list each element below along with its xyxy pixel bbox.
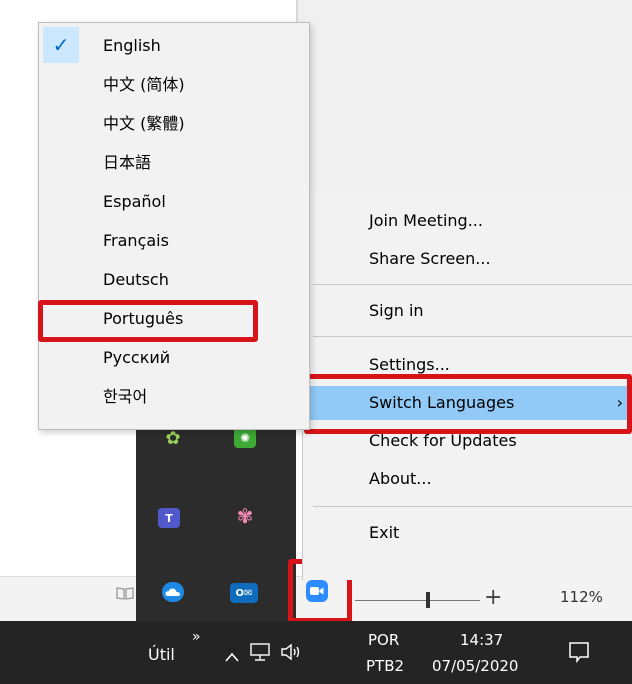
taskbar: Útil » POR PTB2 14:37 07/05/2020 [0, 621, 632, 684]
menu-separator [313, 284, 632, 285]
language-english[interactable]: English [39, 27, 309, 65]
keyboard-layout[interactable]: PTB2 [366, 657, 404, 675]
menu-item-about[interactable]: About... [303, 462, 632, 496]
clock-time[interactable]: 14:37 [460, 631, 503, 649]
language-japanese[interactable]: 日本語 [39, 144, 309, 182]
teams-icon[interactable]: T [158, 508, 180, 528]
input-language-code[interactable]: POR [368, 631, 399, 649]
mobile-icon[interactable]: ✿ [162, 428, 184, 449]
network-icon[interactable] [250, 643, 270, 665]
zoom-slider-thumb[interactable] [426, 592, 430, 608]
menu-separator [313, 336, 632, 337]
switch-languages-highlight [304, 374, 632, 434]
language-submenu: ✓ English 中文 (简体) 中文 (繁體) 日本語 Español Fr… [38, 22, 310, 430]
language-french[interactable]: Français [39, 222, 309, 260]
green-app-icon[interactable]: ✺ [234, 428, 256, 448]
book-icon[interactable] [116, 586, 136, 602]
menu-item-exit[interactable]: Exit [303, 516, 632, 550]
action-center-icon[interactable] [568, 641, 590, 667]
volume-icon[interactable] [280, 643, 302, 665]
zoom-level[interactable]: 112% [560, 588, 603, 606]
portuguese-highlight [38, 300, 258, 342]
zoom-slider-track[interactable] [355, 600, 480, 601]
language-chinese-simplified[interactable]: 中文 (简体) [39, 66, 309, 104]
background-window [298, 0, 632, 190]
language-spanish[interactable]: Español [39, 183, 309, 221]
menu-item-join-meeting[interactable]: Join Meeting... [303, 204, 632, 238]
menu-item-sign-in[interactable]: Sign in [303, 294, 632, 328]
toolbar-label[interactable]: Útil [148, 645, 175, 664]
menu-item-share-screen[interactable]: Share Screen... [303, 242, 632, 276]
language-chinese-traditional[interactable]: 中文 (繁體) [39, 105, 309, 143]
toolbar-chevron-icon[interactable]: » [192, 629, 201, 645]
onedrive-icon[interactable] [162, 582, 184, 602]
language-korean[interactable]: 한국어 [39, 378, 309, 416]
clock-date[interactable]: 07/05/2020 [432, 657, 518, 675]
show-hidden-icons-icon[interactable] [224, 647, 240, 666]
zoom-in-button[interactable]: + [484, 585, 502, 610]
menu-separator [313, 506, 632, 507]
outlook-icon[interactable]: O✉ [230, 583, 258, 603]
language-russian[interactable]: Русский [39, 339, 309, 377]
language-german[interactable]: Deutsch [39, 261, 309, 299]
character-icon[interactable]: ✾ [234, 504, 256, 528]
